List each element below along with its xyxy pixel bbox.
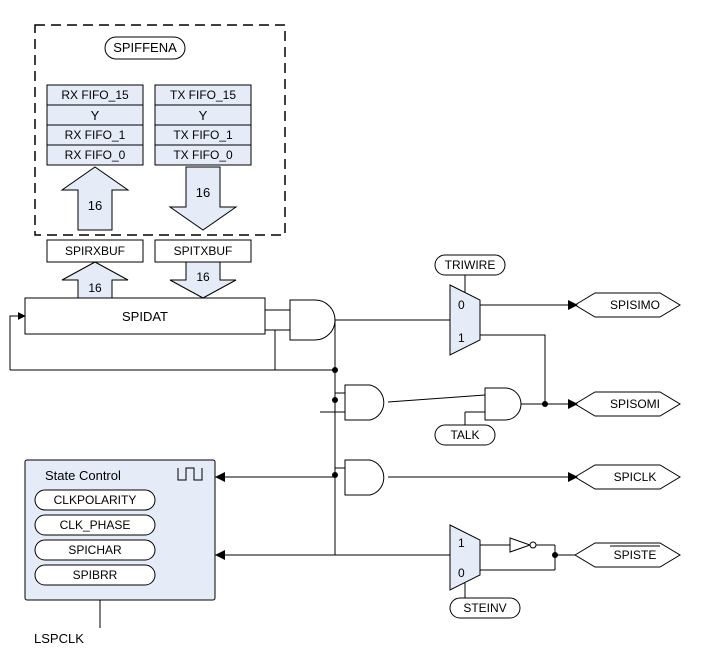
svg-text:TX FIFO_0: TX FIFO_0 (173, 148, 233, 162)
spiffena-label: SPIFFENA (113, 40, 177, 55)
svg-text:SPIBRR: SPIBRR (73, 568, 118, 582)
svg-text:TX FIFO_1: TX FIFO_1 (173, 128, 233, 142)
svg-text:SPISTE: SPISTE (614, 548, 657, 562)
and-gate-talk (485, 388, 521, 420)
mux-steinv (450, 525, 480, 590)
svg-text:SPICLK: SPICLK (614, 470, 657, 484)
svg-text:RX FIFO_1: RX FIFO_1 (65, 128, 126, 142)
svg-text:1: 1 (458, 536, 465, 550)
svg-text:16: 16 (196, 185, 210, 200)
svg-text:0: 0 (458, 298, 465, 312)
svg-text:16: 16 (196, 270, 210, 284)
svg-text:SPISIMO: SPISIMO (610, 298, 660, 312)
svg-text:TRIWIRE: TRIWIRE (445, 258, 496, 272)
svg-text:TX FIFO_15: TX FIFO_15 (170, 88, 236, 102)
tx-big-arrow-down2: 16 (170, 262, 236, 298)
spisimo-port: SPISIMO (575, 293, 680, 317)
rx-big-arrow-up2: 16 (62, 262, 128, 298)
svg-text:16: 16 (88, 198, 102, 213)
svg-text:16: 16 (88, 281, 102, 295)
and-gate-3 (345, 460, 384, 495)
svg-text:TALK: TALK (450, 428, 479, 442)
tx-fifo-stack: TX FIFO_15 Y TX FIFO_1 TX FIFO_0 (155, 85, 251, 165)
svg-text:CLKPOLARITY: CLKPOLARITY (54, 493, 137, 507)
svg-text:RX FIFO_15: RX FIFO_15 (61, 88, 129, 102)
svg-text:STEINV: STEINV (463, 601, 506, 615)
spiste-port: SPISTE (575, 543, 680, 567)
inverter-icon (510, 538, 530, 552)
svg-text:SPIRXBUF: SPIRXBUF (65, 244, 125, 258)
spisomi-port: SPISOMI (575, 392, 680, 416)
tx-big-arrow-down: 16 (170, 167, 236, 230)
and-gate-2 (345, 385, 384, 420)
svg-text:Y: Y (199, 108, 208, 123)
mux-triwire (450, 285, 480, 355)
svg-text:SPICHAR: SPICHAR (68, 543, 122, 557)
svg-text:0: 0 (458, 566, 465, 580)
rx-big-arrow-up: 16 (62, 167, 128, 230)
svg-text:CLK_PHASE: CLK_PHASE (60, 518, 131, 532)
svg-text:SPITXBUF: SPITXBUF (174, 244, 233, 258)
svg-text:RX FIFO_0: RX FIFO_0 (65, 148, 126, 162)
svg-text:SPISOMI: SPISOMI (610, 397, 660, 411)
rx-fifo-stack: RX FIFO_15 Y RX FIFO_1 RX FIFO_0 (47, 85, 143, 165)
lspclk-label: LSPCLK (34, 631, 84, 646)
svg-text:SPIDAT: SPIDAT (122, 309, 168, 324)
spiclk-port: SPICLK (575, 465, 680, 489)
svg-text:1: 1 (458, 331, 465, 345)
and-gate-1 (290, 300, 335, 340)
state-control-title: State Control (45, 468, 121, 483)
svg-text:Y: Y (91, 108, 100, 123)
